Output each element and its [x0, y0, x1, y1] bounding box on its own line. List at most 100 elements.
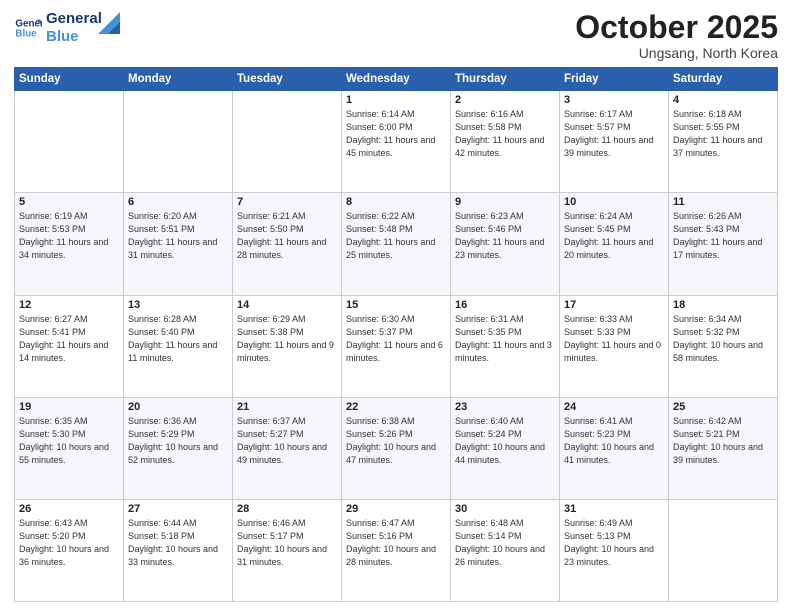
- calendar-cell: 17 Sunrise: 6:33 AM Sunset: 5:33 PM Dayli…: [560, 295, 669, 397]
- day-number: 11: [673, 196, 773, 208]
- location-title: Ungsang, North Korea: [575, 45, 778, 61]
- day-number: 6: [128, 196, 228, 208]
- day-number: 27: [128, 503, 228, 515]
- calendar-cell: 30Sunrise: 6:48 AM Sunset: 5:14 PM Dayli…: [451, 499, 560, 601]
- day-number: 21: [237, 401, 337, 413]
- day-number: 31: [564, 503, 664, 515]
- calendar-cell: 22 Sunrise: 6:38 AM Sunset: 5:26 PM Dayli…: [342, 397, 451, 499]
- calendar-table: SundayMondayTuesdayWednesdayThursdayFrid…: [14, 67, 778, 602]
- day-number: 18: [673, 299, 773, 311]
- calendar-cell: 24 Sunrise: 6:41 AM Sunset: 5:23 PM Dayli…: [560, 397, 669, 499]
- day-info: Sunrise: 6:31 AM Sunset: 5:35 PM Dayligh…: [455, 313, 555, 365]
- day-info: Sunrise: 6:38 AM Sunset: 5:26 PM Dayligh…: [346, 415, 446, 467]
- day-number: 17: [564, 299, 664, 311]
- calendar-cell: 27 Sunrise: 6:44 AM Sunset: 5:18 PM Dayli…: [124, 499, 233, 601]
- day-info: Sunrise: 6:33 AM Sunset: 5:33 PM Dayligh…: [564, 313, 664, 365]
- calendar-week-1: 1Sunrise: 6:14 AM Sunset: 6:00 PM Daylig…: [15, 91, 778, 193]
- day-info: Sunrise: 6:40 AM Sunset: 5:24 PM Dayligh…: [455, 415, 555, 467]
- day-number: 15: [346, 299, 446, 311]
- calendar-cell: 14Sunrise: 6:29 AM Sunset: 5:38 PM Dayli…: [233, 295, 342, 397]
- day-number: 22: [346, 401, 446, 413]
- day-number: 8: [346, 196, 446, 208]
- day-info: Sunrise: 6:48 AM Sunset: 5:14 PM Dayligh…: [455, 517, 555, 569]
- day-number: 3: [564, 94, 664, 106]
- day-info: Sunrise: 6:30 AM Sunset: 5:37 PM Dayligh…: [346, 313, 446, 365]
- calendar-week-4: 19Sunrise: 6:35 AM Sunset: 5:30 PM Dayli…: [15, 397, 778, 499]
- calendar-body: 1Sunrise: 6:14 AM Sunset: 6:00 PM Daylig…: [15, 91, 778, 602]
- day-number: 10: [564, 196, 664, 208]
- day-info: Sunrise: 6:26 AM Sunset: 5:43 PM Dayligh…: [673, 210, 773, 262]
- day-number: 23: [455, 401, 555, 413]
- day-number: 5: [19, 196, 119, 208]
- header: General Blue General Blue October 2025 U…: [14, 10, 778, 61]
- day-info: Sunrise: 6:42 AM Sunset: 5:21 PM Dayligh…: [673, 415, 773, 467]
- calendar-cell: 3Sunrise: 6:17 AM Sunset: 5:57 PM Daylig…: [560, 91, 669, 193]
- day-info: Sunrise: 6:28 AM Sunset: 5:40 PM Dayligh…: [128, 313, 228, 365]
- calendar-cell: 7Sunrise: 6:21 AM Sunset: 5:50 PM Daylig…: [233, 193, 342, 295]
- calendar-cell: 29Sunrise: 6:47 AM Sunset: 5:16 PM Dayli…: [342, 499, 451, 601]
- weekday-header-row: SundayMondayTuesdayWednesdayThursdayFrid…: [15, 68, 778, 91]
- calendar-week-2: 5 Sunrise: 6:19 AM Sunset: 5:53 PM Daylig…: [15, 193, 778, 295]
- calendar-week-3: 12Sunrise: 6:27 AM Sunset: 5:41 PM Dayli…: [15, 295, 778, 397]
- day-number: 9: [455, 196, 555, 208]
- calendar-cell: 5 Sunrise: 6:19 AM Sunset: 5:53 PM Daylig…: [15, 193, 124, 295]
- calendar-cell: 12Sunrise: 6:27 AM Sunset: 5:41 PM Dayli…: [15, 295, 124, 397]
- weekday-header-saturday: Saturday: [669, 68, 778, 91]
- day-info: Sunrise: 6:21 AM Sunset: 5:50 PM Dayligh…: [237, 210, 337, 262]
- calendar-cell: 9 Sunrise: 6:23 AM Sunset: 5:46 PM Daylig…: [451, 193, 560, 295]
- svg-text:Blue: Blue: [15, 28, 37, 39]
- day-info: Sunrise: 6:22 AM Sunset: 5:48 PM Dayligh…: [346, 210, 446, 262]
- day-info: Sunrise: 6:43 AM Sunset: 5:20 PM Dayligh…: [19, 517, 119, 569]
- title-block: October 2025 Ungsang, North Korea: [575, 10, 778, 61]
- day-number: 28: [237, 503, 337, 515]
- day-number: 16: [455, 299, 555, 311]
- day-number: 20: [128, 401, 228, 413]
- day-number: 2: [455, 94, 555, 106]
- day-info: Sunrise: 6:41 AM Sunset: 5:23 PM Dayligh…: [564, 415, 664, 467]
- page: General Blue General Blue October 2025 U…: [0, 0, 792, 612]
- day-info: Sunrise: 6:37 AM Sunset: 5:27 PM Dayligh…: [237, 415, 337, 467]
- calendar-cell: 16 Sunrise: 6:31 AM Sunset: 5:35 PM Dayli…: [451, 295, 560, 397]
- calendar-cell: 23 Sunrise: 6:40 AM Sunset: 5:24 PM Dayli…: [451, 397, 560, 499]
- day-number: 13: [128, 299, 228, 311]
- calendar-cell: 25 Sunrise: 6:42 AM Sunset: 5:21 PM Dayli…: [669, 397, 778, 499]
- day-number: 25: [673, 401, 773, 413]
- day-info: Sunrise: 6:23 AM Sunset: 5:46 PM Dayligh…: [455, 210, 555, 262]
- calendar-cell: 2 Sunrise: 6:16 AM Sunset: 5:58 PM Daylig…: [451, 91, 560, 193]
- day-info: Sunrise: 6:16 AM Sunset: 5:58 PM Dayligh…: [455, 108, 555, 160]
- day-info: Sunrise: 6:44 AM Sunset: 5:18 PM Dayligh…: [128, 517, 228, 569]
- day-number: 24: [564, 401, 664, 413]
- calendar-cell: 18 Sunrise: 6:34 AM Sunset: 5:32 PM Dayli…: [669, 295, 778, 397]
- month-title: October 2025: [575, 10, 778, 45]
- day-number: 1: [346, 94, 446, 106]
- day-info: Sunrise: 6:46 AM Sunset: 5:17 PM Dayligh…: [237, 517, 337, 569]
- calendar-cell: 21 Sunrise: 6:37 AM Sunset: 5:27 PM Dayli…: [233, 397, 342, 499]
- calendar-cell: 28 Sunrise: 6:46 AM Sunset: 5:17 PM Dayli…: [233, 499, 342, 601]
- day-info: Sunrise: 6:19 AM Sunset: 5:53 PM Dayligh…: [19, 210, 119, 262]
- day-info: Sunrise: 6:34 AM Sunset: 5:32 PM Dayligh…: [673, 313, 773, 365]
- calendar-cell: [669, 499, 778, 601]
- weekday-header-wednesday: Wednesday: [342, 68, 451, 91]
- day-number: 19: [19, 401, 119, 413]
- calendar-cell: [124, 91, 233, 193]
- day-number: 14: [237, 299, 337, 311]
- calendar-cell: 20Sunrise: 6:36 AM Sunset: 5:29 PM Dayli…: [124, 397, 233, 499]
- weekday-header-monday: Monday: [124, 68, 233, 91]
- logo-triangle-icon: [98, 12, 120, 34]
- day-info: Sunrise: 6:20 AM Sunset: 5:51 PM Dayligh…: [128, 210, 228, 262]
- weekday-header-sunday: Sunday: [15, 68, 124, 91]
- calendar-cell: 31Sunrise: 6:49 AM Sunset: 5:13 PM Dayli…: [560, 499, 669, 601]
- calendar-cell: 6 Sunrise: 6:20 AM Sunset: 5:51 PM Daylig…: [124, 193, 233, 295]
- day-number: 29: [346, 503, 446, 515]
- day-number: 12: [19, 299, 119, 311]
- calendar-cell: 8 Sunrise: 6:22 AM Sunset: 5:48 PM Daylig…: [342, 193, 451, 295]
- calendar-cell: 26Sunrise: 6:43 AM Sunset: 5:20 PM Dayli…: [15, 499, 124, 601]
- calendar-cell: 15 Sunrise: 6:30 AM Sunset: 5:37 PM Dayli…: [342, 295, 451, 397]
- day-info: Sunrise: 6:24 AM Sunset: 5:45 PM Dayligh…: [564, 210, 664, 262]
- logo-general: General: [46, 10, 102, 28]
- calendar-cell: 19Sunrise: 6:35 AM Sunset: 5:30 PM Dayli…: [15, 397, 124, 499]
- weekday-header-thursday: Thursday: [451, 68, 560, 91]
- calendar-cell: 10 Sunrise: 6:24 AM Sunset: 5:45 PM Dayli…: [560, 193, 669, 295]
- weekday-header-friday: Friday: [560, 68, 669, 91]
- day-number: 4: [673, 94, 773, 106]
